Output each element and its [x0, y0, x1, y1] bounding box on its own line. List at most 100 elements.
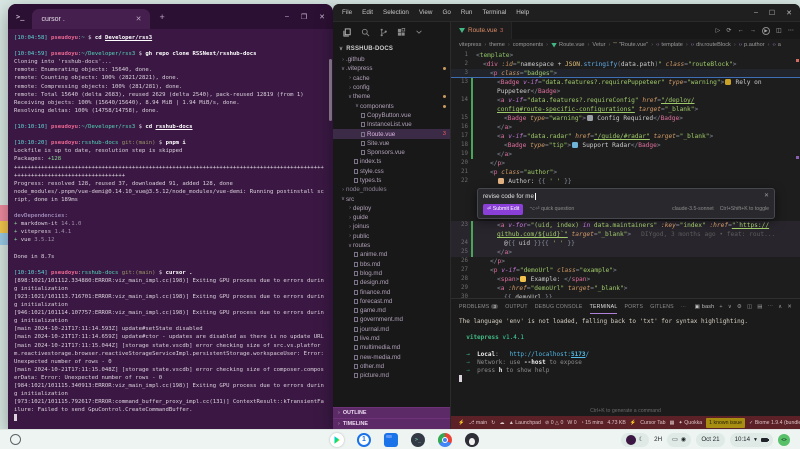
terminal-new-tab-button[interactable]: +	[159, 12, 164, 22]
more-actions-icon[interactable]: ⋯	[788, 27, 794, 34]
code-editor[interactable]: 1<template>2<div :id="namespace + JSON.s…	[451, 51, 800, 298]
menu-help[interactable]: Help	[511, 9, 534, 16]
quick-question-hint[interactable]: ⌥⏎ quick question	[529, 205, 574, 214]
terminal-tab[interactable]: cursor . ✕	[32, 9, 150, 29]
tree-item--vitepress[interactable]: ∨.vitepress	[333, 64, 450, 73]
tree-item-picture-md[interactable]: picture.md	[333, 371, 450, 380]
status-biome[interactable]: ✓ Biome 1.9.4 (bundled)	[749, 420, 800, 426]
terminal-output[interactable]: [10:04:58] pseudoyu:~ $ cd Developer/rss…	[8, 29, 333, 429]
menu-view[interactable]: View	[414, 9, 438, 16]
panel-tab-terminal[interactable]: TERMINAL	[590, 299, 618, 314]
linux-penguin-icon[interactable]	[465, 433, 479, 447]
tree-item-site-vue[interactable]: Site.vue	[333, 139, 450, 148]
tree-item-copybutton-vue[interactable]: CopyButton.vue	[333, 111, 450, 120]
panel-tab-⋯[interactable]: ⋯	[681, 299, 686, 314]
menu-file[interactable]: File	[337, 9, 357, 16]
status-quokka[interactable]: ✦ Quokka	[678, 420, 702, 426]
explorer-icon[interactable]	[343, 28, 352, 37]
tree-item-multimedia-md[interactable]: multimedia.md	[333, 343, 450, 352]
sidebar-section-timeline[interactable]: ›TIMELINE	[333, 418, 450, 429]
notification-pill[interactable]: ☾	[621, 433, 650, 447]
tree-item-blog-md[interactable]: blog.md	[333, 269, 450, 278]
panel-tab-ports[interactable]: PORTS	[624, 299, 643, 314]
breadcrumb-item[interactable]: theme	[489, 42, 505, 48]
tree-item-style-css[interactable]: style.css	[333, 167, 450, 176]
source-control-icon[interactable]	[379, 28, 388, 37]
sync-icon[interactable]: ⟳	[726, 27, 731, 34]
status-file-size[interactable]: 4.73 KB	[607, 420, 625, 426]
terminal-close-button[interactable]: ✕	[319, 13, 325, 21]
status-git-branch[interactable]: ⎇ main	[468, 420, 487, 426]
files-app-icon[interactable]	[384, 433, 398, 447]
tree-item-anime-md[interactable]: anime.md	[333, 250, 450, 259]
run-button[interactable]: ▷	[716, 27, 721, 34]
sidebar-section-outline[interactable]: ›OUTLINE	[333, 407, 450, 418]
breadcrumb-item[interactable]: “”"Route.vue"	[613, 42, 648, 48]
new-terminal-icon[interactable]: +	[719, 304, 722, 310]
ai-input[interactable]: revise code for me	[483, 192, 534, 201]
run-circle-icon[interactable]: ▶	[762, 27, 770, 35]
submit-edit-button[interactable]: ⏎ Submit Edit	[483, 204, 523, 215]
close-icon[interactable]: ✕	[764, 192, 769, 201]
nav-back-icon[interactable]: ←	[738, 27, 744, 34]
panel-tab-debug-console[interactable]: DEBUG CONSOLE	[535, 299, 583, 314]
menu-edit[interactable]: Edit	[357, 9, 378, 16]
terminal-settings-icon[interactable]: ⚙	[737, 304, 742, 310]
tree-item--github[interactable]: ›.github	[333, 55, 450, 64]
vscode-minimize-button[interactable]: –	[754, 9, 758, 17]
breadcrumb-item[interactable]: vitepress	[459, 42, 481, 48]
tree-item-finance-md[interactable]: finance.md	[333, 287, 450, 296]
date-pill[interactable]: Oct 21	[696, 433, 724, 447]
play-store-icon[interactable]	[330, 433, 344, 447]
tree-item-src[interactable]: ∨src	[333, 194, 450, 203]
tree-item-other-md[interactable]: other.md	[333, 362, 450, 371]
status-area[interactable]: 10:14 ▼	[730, 433, 773, 447]
tree-item-game-md[interactable]: game.md	[333, 306, 450, 315]
terminal-dropdown-icon[interactable]: ∨	[728, 304, 732, 310]
search-icon[interactable]	[361, 28, 370, 37]
panel-more-icon[interactable]: ⋯	[768, 304, 774, 310]
breadcrumb-item[interactable]: ‹›a	[772, 42, 780, 48]
tree-item-government-md[interactable]: government.md	[333, 315, 450, 324]
panel-tab-output[interactable]: OUTPUT	[505, 299, 528, 314]
shell-selector[interactable]: ▣bash	[695, 304, 715, 310]
menu-terminal[interactable]: Terminal	[477, 9, 511, 16]
vscode-maximize-button[interactable]: ☐	[769, 9, 775, 17]
close-panel-icon[interactable]: ✕	[787, 304, 792, 310]
breadcrumb-item[interactable]: ‹›template	[656, 42, 683, 48]
status-cursor-tab[interactable]: Cursor Tab	[640, 420, 665, 426]
tree-item-new-media-md[interactable]: new-media.md	[333, 353, 450, 362]
terminal-scrollbar[interactable]	[329, 59, 332, 121]
terminal-titlebar[interactable]: >_ cursor . ✕ + – ❐ ✕	[8, 4, 333, 29]
onepassword-icon[interactable]: 1	[357, 433, 371, 447]
status-grid-icon[interactable]: ▦	[670, 420, 675, 426]
status-time-tracker[interactable]: ◔ 15 mins	[581, 420, 604, 426]
nav-forward-icon[interactable]: →	[750, 27, 756, 34]
editor-scrollbar[interactable]	[794, 51, 800, 298]
tree-item-route-vue[interactable]: Route.vue3	[333, 129, 450, 138]
tree-item-index-ts[interactable]: index.ts	[333, 157, 450, 166]
menu-selection[interactable]: Selection	[378, 9, 414, 16]
tree-item-journal-md[interactable]: journal.md	[333, 325, 450, 334]
integrated-terminal[interactable]: The language 'env' is not loaded, fallin…	[451, 314, 800, 408]
maximize-panel-icon[interactable]: ∧	[778, 304, 782, 310]
terminal-tab-close-icon[interactable]: ✕	[122, 15, 142, 23]
tree-item-instancelist-vue[interactable]: InstanceList.vue	[333, 120, 450, 129]
menu-go[interactable]: Go	[437, 9, 455, 16]
terminal-maximize-button[interactable]: ❐	[301, 13, 307, 21]
status-problems-counter[interactable]: ⊘ 0 △ 0	[545, 420, 563, 426]
status-remote-indicator[interactable]: ⚡	[458, 420, 464, 426]
ime-green-badge[interactable]: <>	[778, 434, 790, 446]
menu-run[interactable]: Run	[456, 9, 478, 16]
explorer-root-header[interactable]: ∨ RSSHUB-DOCS	[333, 42, 450, 55]
tree-item-forecast-md[interactable]: forecast.md	[333, 297, 450, 306]
extensions-icon[interactable]	[397, 28, 406, 37]
status-launchpad[interactable]: ▲ Launchpad	[509, 420, 541, 426]
breadcrumb-item[interactable]: ‹›div.routeBlock	[691, 42, 731, 48]
tree-item-theme[interactable]: ∨theme	[333, 92, 450, 101]
tree-item-public[interactable]: ›public	[333, 232, 450, 241]
breadcrumb-item[interactable]: Vetur	[592, 42, 605, 48]
status-known-issue[interactable]: 1 known issue	[706, 418, 745, 428]
panel-tab-gitlens[interactable]: GITLENS	[650, 299, 674, 314]
launcher-button[interactable]	[10, 434, 21, 445]
